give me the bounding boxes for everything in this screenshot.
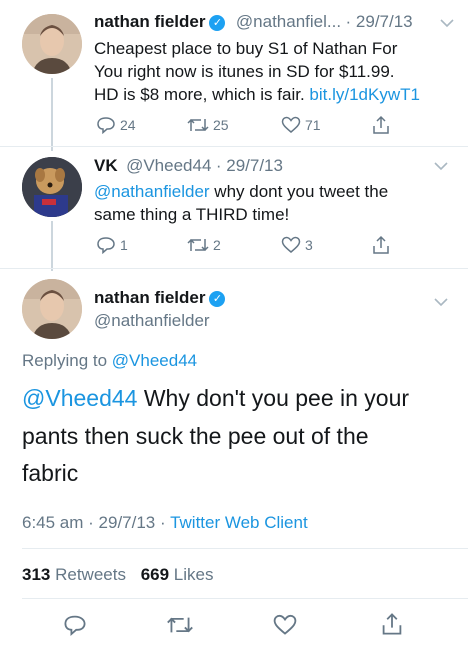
reply-count: 1 (120, 237, 128, 253)
mention-link[interactable]: @nathanfielder (94, 182, 210, 201)
tweet-text: why dont you tweet the (209, 182, 389, 201)
tweet-text-line: fabric (22, 460, 79, 486)
mention-link[interactable]: @Vheed44 (22, 385, 137, 411)
tweet-text: Why don't you pee in your (137, 385, 410, 411)
timestamp[interactable]: 6:45 am · 29/7/13 · (22, 513, 170, 532)
client-link[interactable]: Twitter Web Client (170, 513, 308, 532)
likes-count: 669 (140, 565, 170, 584)
tweet-text-line: You right now is itunes in SD for $11.99… (94, 62, 395, 81)
share-icon[interactable] (372, 115, 390, 135)
replying-to: Replying to @Vheed44 (22, 351, 197, 371)
handle[interactable]: @nathanfielder (94, 311, 210, 331)
verified-badge-icon: ✓ (209, 290, 226, 307)
likes-stat[interactable]: 669 Likes (141, 565, 214, 584)
tweet-date[interactable]: · 29/7/13 (346, 12, 413, 31)
retweet-icon (187, 118, 209, 132)
retweet-action[interactable]: 2 (187, 236, 221, 254)
divider (0, 146, 468, 147)
thread-line (51, 221, 53, 271)
tweet-header: nathan fielder ✓ (94, 288, 226, 308)
replying-to-handle[interactable]: @Vheed44 (112, 351, 197, 370)
like-action[interactable]: 3 (281, 236, 313, 254)
tweet-text-line: HD is $8 more, which is fair. bit.ly/1dK… (94, 83, 420, 106)
heart-icon (281, 236, 301, 253)
display-name[interactable]: nathan fielder (94, 288, 205, 307)
handle[interactable]: @Vheed44 (126, 156, 211, 175)
retweet-action[interactable]: 25 (187, 116, 229, 134)
retweet-icon (187, 238, 209, 252)
heart-icon (281, 116, 301, 133)
like-action[interactable]: 71 (281, 116, 321, 134)
display-name[interactable]: nathan fielder (94, 12, 205, 31)
tweet-text-line: Cheapest place to buy S1 of Nathan For (94, 39, 398, 58)
heart-icon[interactable] (272, 614, 298, 636)
retweet-count: 25 (213, 117, 229, 133)
chevron-down-icon[interactable] (440, 18, 454, 28)
divider (22, 598, 468, 599)
share-icon[interactable] (372, 235, 390, 255)
reply-action[interactable]: 1 (96, 236, 128, 254)
likes-label: Likes (169, 565, 214, 584)
engagement-stats: 313 Retweets 669 Likes (22, 565, 214, 585)
display-name[interactable]: VK (94, 156, 118, 175)
thread-line (51, 78, 53, 151)
chevron-down-icon[interactable] (434, 297, 448, 307)
retweets-stat[interactable]: 313 Retweets (22, 565, 126, 584)
reply-icon (97, 237, 115, 254)
retweet-count: 2 (213, 237, 221, 253)
tweet-link[interactable]: bit.ly/1dKywT1 (309, 85, 420, 104)
like-count: 3 (305, 237, 313, 253)
retweet-icon[interactable] (166, 614, 194, 636)
retweets-label: Retweets (50, 565, 126, 584)
reply-icon[interactable] (63, 614, 87, 636)
verified-badge-icon: ✓ (209, 14, 226, 31)
share-icon[interactable] (381, 612, 403, 636)
tweet-header: nathan fielder ✓ @nathanfiel... · 29/7/13 (94, 12, 413, 32)
retweets-count: 313 (22, 565, 51, 584)
reply-count: 24 (120, 117, 136, 133)
avatar-vk[interactable] (22, 157, 82, 217)
reply-action[interactable]: 24 (96, 116, 136, 134)
avatar-nathan-fielder[interactable] (22, 279, 82, 339)
replying-to-label: Replying to (22, 351, 112, 370)
avatar-nathan-fielder[interactable] (22, 14, 82, 74)
reply-icon (97, 117, 115, 134)
handle[interactable]: @nathanfiel... (236, 12, 341, 31)
like-count: 71 (305, 117, 321, 133)
divider (0, 268, 468, 269)
tweet-text-line: pants then suck the pee out of the (22, 423, 369, 449)
tweet-text: HD is $8 more, which is fair. (94, 85, 310, 104)
tweet-text-line: same thing a THIRD time! (94, 205, 290, 224)
divider (22, 548, 468, 549)
tweet-date[interactable]: · 29/7/13 (216, 156, 283, 175)
tweet-meta: 6:45 am · 29/7/13 · Twitter Web Client (22, 513, 308, 533)
chevron-down-icon[interactable] (434, 161, 448, 171)
tweet-text-line: @Vheed44 Why don't you pee in your (22, 380, 409, 416)
tweet-text-line: @nathanfielder why dont you tweet the (94, 180, 388, 203)
tweet-header: VK @Vheed44 · 29/7/13 (94, 156, 283, 176)
